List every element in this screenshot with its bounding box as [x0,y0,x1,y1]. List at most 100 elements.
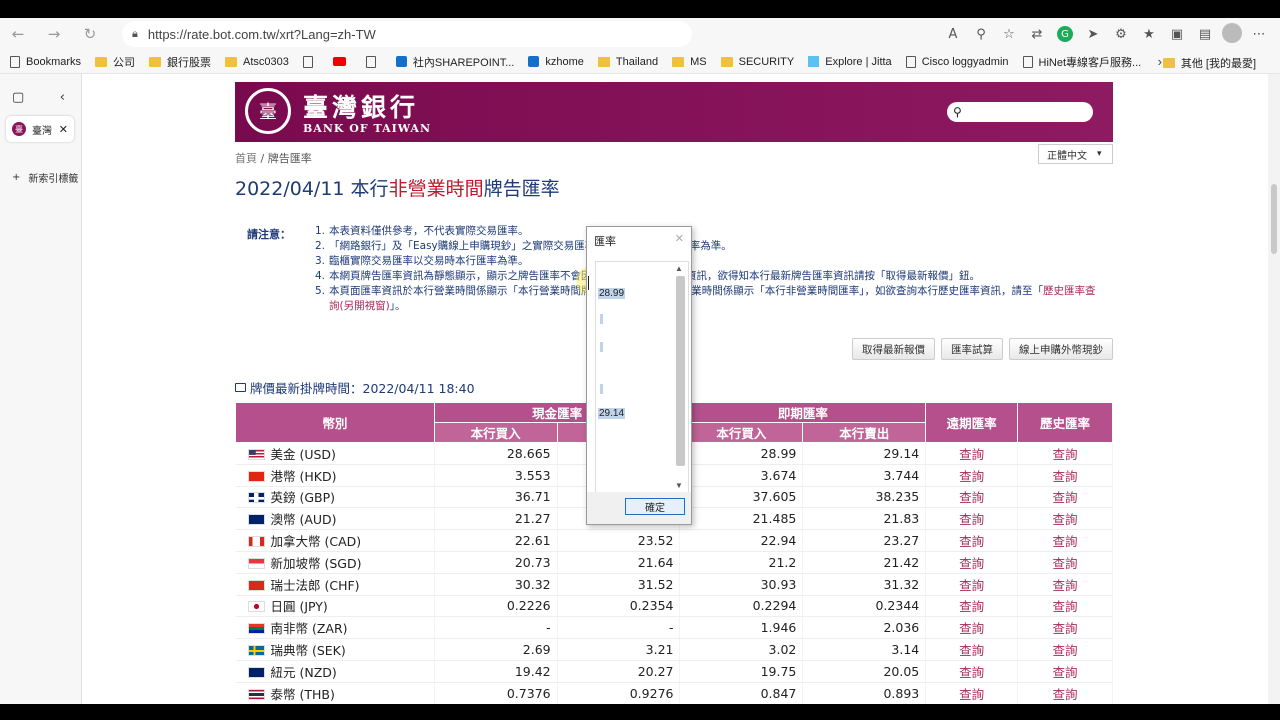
history-query-link[interactable]: 查詢 [1017,486,1113,509]
extensions-icon[interactable]: ⚙ [1110,23,1132,45]
spot-buy-cell: 37.605 [679,486,804,509]
bookmark-item[interactable]: Explore | Jitta [808,56,892,68]
close-icon[interactable]: ✕ [675,232,684,245]
forward-query-link[interactable]: 查詢 [925,507,1019,531]
bookmark-item[interactable]: Bookmarks [10,55,81,68]
rate-calculator-button[interactable]: 匯率試算 [941,338,1003,360]
bookmark-item[interactable]: Thailand [597,56,658,68]
other-bookmarks[interactable]: 其他 [我的最愛] [1162,55,1256,71]
address-bar: ← → ↻ 🔒︎ https://rate.bot.com.tw/xrt?Lan… [0,18,1280,50]
history-query-link[interactable]: 查詢 [1017,464,1113,487]
dialog-scrollbar[interactable]: ▲ ▼ [675,264,686,490]
spot-buy-cell: 1.946 [679,616,804,640]
chevron-right-icon[interactable]: › [1158,54,1162,69]
scrollbar-thumb[interactable] [1271,184,1277,254]
page-scrollbar[interactable] [1268,74,1280,704]
updated-time: 牌價最新掛牌時間：2022/04/11 18:40 [235,378,475,397]
toolbar-icons: A ⚲ ☆ ⇄ G ➤ ⚙ ★ ▣ ▤ ⋯ [942,23,1270,45]
bank-logo[interactable]: 臺 [245,88,291,134]
breadcrumb-home[interactable]: 首頁 [235,152,257,165]
tab-actions-icon[interactable]: ▢ [12,90,24,105]
favorite-add-icon[interactable]: ☆ [998,23,1020,45]
spot-sell-cell: 3.744 [802,464,927,487]
translate-icon[interactable]: ⇄ [1026,23,1048,45]
history-query-link[interactable]: 查詢 [1017,529,1113,552]
bookmark-item[interactable] [332,57,352,66]
bookmarks-bar: Bookmarks 公司 銀行股票 Atsc0303 社內SHAREPOINT.… [0,50,1280,74]
favorites-icon[interactable]: ★ [1138,23,1160,45]
cash-buy-cell: 21.27 [434,507,558,531]
scroll-up-icon[interactable]: ▲ [675,264,683,273]
grammarly-icon[interactable]: G [1057,26,1073,42]
collapse-icon[interactable]: ‹ [60,90,65,105]
language-select[interactable]: 正體中文 ▾ [1038,144,1113,164]
bookmark-item[interactable]: MS [672,56,707,68]
extension-arrow-icon[interactable]: ➤ [1082,23,1104,45]
forward-query-link[interactable]: 查詢 [925,660,1019,683]
sidebar-toggle-icon[interactable]: ▤ [1194,23,1216,45]
table-row: 紐元 (NZD) 19.42 20.27 19.75 20.05 查詢 查詢 [235,660,1113,683]
dialog-value-top: 28.99 [598,288,626,299]
avatar[interactable] [1222,23,1242,43]
back-icon[interactable]: ← [0,25,36,43]
scroll-down-icon[interactable]: ▼ [675,481,683,490]
forward-query-link[interactable]: 查詢 [925,595,1019,618]
forward-icon[interactable]: → [36,25,72,43]
bookmark-item[interactable]: SECURITY [720,56,794,68]
history-query-link[interactable]: 查詢 [1017,507,1113,531]
forward-query-link[interactable]: 查詢 [925,638,1019,661]
forward-query-link[interactable]: 查詢 [925,442,1019,465]
history-query-link[interactable]: 查詢 [1017,660,1113,683]
bookmark-item[interactable]: Atsc0303 [225,56,289,68]
history-query-link[interactable]: 查詢 [1017,595,1113,618]
flag-icon [247,623,265,635]
bookmark-item[interactable]: 公司 [95,54,135,70]
history-query-link[interactable]: 查詢 [1017,638,1113,661]
history-query-link[interactable]: 查詢 [1017,442,1113,465]
folder-icon [95,56,108,67]
monitor-icon [235,383,246,392]
table-row: 瑞典幣 (SEK) 2.69 3.21 3.02 3.14 查詢 查詢 [235,638,1113,661]
bookmark-item[interactable]: 銀行股票 [149,54,211,70]
bookmark-item[interactable] [302,55,319,68]
zoom-icon[interactable]: ⚲ [970,23,992,45]
forward-query-link[interactable]: 查詢 [925,573,1019,596]
bookmark-item[interactable]: Cisco loggyadmin [905,55,1009,68]
page-icon [10,55,20,68]
notice-item: 1. 本表資料僅供參考，不代表實際交易匯率。 [315,225,529,237]
read-aloud-icon[interactable]: A [942,23,964,45]
flag-icon [247,470,265,482]
collections-icon[interactable]: ▣ [1166,23,1188,45]
header-history: 歷史匯率 [1017,402,1113,443]
history-query-link[interactable]: 查詢 [1017,573,1113,596]
tab-bank[interactable]: 臺 臺灣 ✕ [6,116,74,142]
dialog-scroll-thumb[interactable] [676,276,685,466]
forward-query-link[interactable]: 查詢 [925,464,1019,487]
forward-query-link[interactable]: 查詢 [925,551,1019,574]
history-query-link[interactable]: 查詢 [1017,551,1113,574]
bookmark-item[interactable]: 社內SHAREPOINT... [395,54,514,70]
history-query-link[interactable]: 查詢 [1017,682,1113,704]
table-row: 泰幣 (THB) 0.7376 0.9276 0.847 0.893 查詢 查詢 [235,682,1113,704]
new-tab-button[interactable]: + 新索引標籤 [12,170,78,185]
refresh-icon[interactable]: ↻ [72,25,108,43]
bookmark-item[interactable]: kzhome [528,56,584,68]
dialog-list[interactable]: 28.99 29.14 ▲ ▼ [595,261,689,493]
site-search-input[interactable]: ⚲ [947,102,1093,122]
bookmark-item[interactable]: HiNet專線客戶服務... [1022,54,1141,70]
breadcrumb: 首頁 / 牌告匯率 [235,152,312,165]
forward-query-link[interactable]: 查詢 [925,486,1019,509]
url-field[interactable]: 🔒︎ https://rate.bot.com.tw/xrt?Lang=zh-T… [122,21,692,47]
menu-icon[interactable]: ⋯ [1248,23,1270,45]
lock-icon: 🔒︎ [132,27,138,40]
forward-query-link[interactable]: 查詢 [925,682,1019,704]
bookmark-item[interactable] [365,55,382,68]
close-icon[interactable]: ✕ [59,123,68,136]
forward-query-link[interactable]: 查詢 [925,529,1019,552]
forward-query-link[interactable]: 查詢 [925,616,1019,640]
buy-cash-button[interactable]: 線上申購外幣現鈔 [1009,338,1113,360]
ok-button[interactable]: 確定 [625,498,685,515]
chevron-down-icon: ▾ [1097,149,1102,159]
history-query-link[interactable]: 查詢 [1017,616,1113,640]
refresh-quote-button[interactable]: 取得最新報價 [852,338,935,360]
